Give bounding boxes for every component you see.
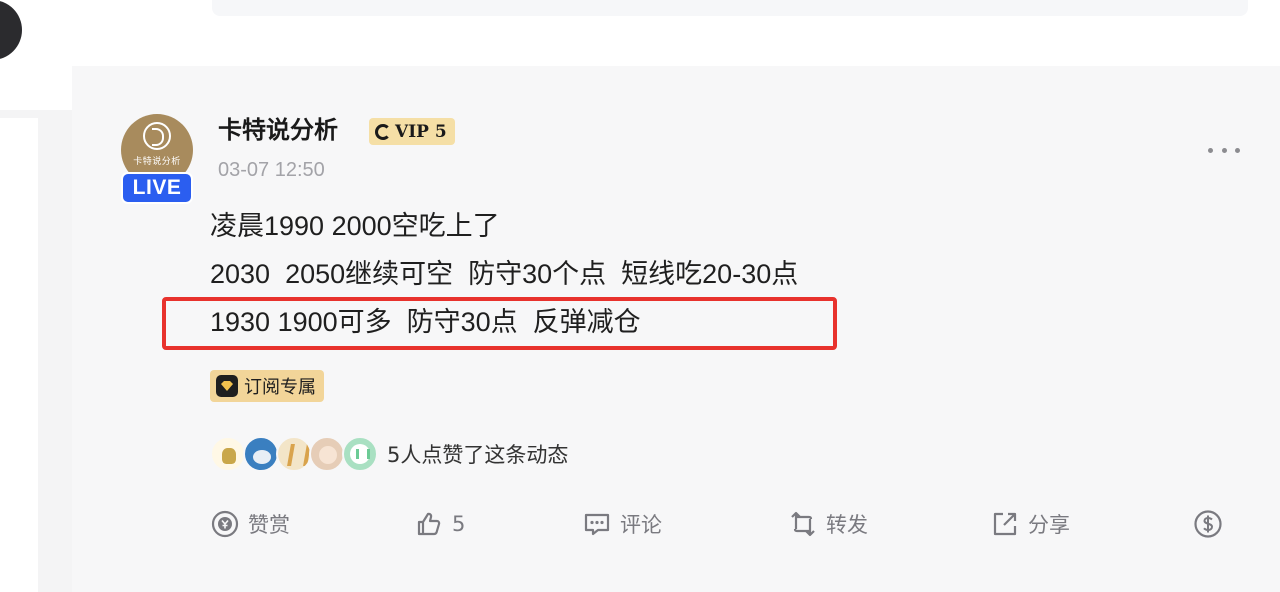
share-label: 分享 xyxy=(1028,513,1070,537)
more-button[interactable] xyxy=(1204,140,1244,160)
reward-label: 赞赏 xyxy=(248,513,290,537)
post-content-line-2: 2030 2050继续可空 防守30个点 短线吃20-30点 xyxy=(210,259,799,289)
avatar-text: 卡特说分析 xyxy=(133,157,181,167)
repost-button[interactable]: 转发 xyxy=(788,508,868,540)
vip-label: VIP 5 xyxy=(395,121,447,142)
previous-post-footer xyxy=(212,0,1248,16)
reward-button[interactable]: 赞赏 xyxy=(210,508,290,540)
liker-avatar[interactable] xyxy=(342,436,378,472)
tip-button[interactable] xyxy=(1193,508,1223,540)
more-icon xyxy=(1235,147,1240,153)
subscription-tag-label: 订阅专属 xyxy=(244,377,316,398)
likers-row[interactable]: 5人点赞了这条动态 xyxy=(210,436,568,472)
likes-summary[interactable]: 5人点赞了这条动态 xyxy=(387,439,568,469)
post-content-line-1: 凌晨1990 2000空吃上了 xyxy=(210,211,500,241)
comment-icon xyxy=(584,513,610,536)
repost-icon xyxy=(791,511,815,537)
subscription-tag[interactable]: 订阅专属 xyxy=(210,370,324,402)
post-card: 卡特说分析 LIVE 卡特说分析 VIP 5 03-07 12:50 凌晨199… xyxy=(72,66,1280,592)
more-icon xyxy=(1208,147,1213,153)
vip-icon xyxy=(375,123,391,140)
like-button[interactable]: 5 xyxy=(414,508,465,540)
more-icon xyxy=(1221,147,1227,153)
previous-post-card xyxy=(72,0,1280,64)
yen-coin-icon xyxy=(211,510,239,538)
share-icon xyxy=(993,512,1017,536)
comment-label: 评论 xyxy=(620,513,662,537)
live-badge[interactable]: LIVE xyxy=(121,172,193,204)
liker-avatar[interactable] xyxy=(276,436,312,472)
diamond-icon xyxy=(216,375,238,397)
like-count: 5 xyxy=(452,512,466,536)
vip-badge: VIP 5 xyxy=(369,118,455,145)
share-button[interactable]: 分享 xyxy=(990,508,1070,540)
sidebar-card-edge xyxy=(0,118,38,592)
dollar-coin-icon xyxy=(1194,510,1222,538)
highlight-annotation-box xyxy=(162,297,837,350)
author-name[interactable]: 卡特说分析 xyxy=(218,114,338,146)
comment-button[interactable]: 评论 xyxy=(582,508,662,540)
repost-label: 转发 xyxy=(826,513,868,537)
avatar-logo xyxy=(143,122,171,150)
liker-avatar[interactable] xyxy=(243,436,279,472)
post-time: 03-07 12:50 xyxy=(218,159,325,181)
thumbs-up-icon xyxy=(417,512,441,536)
left-sidebar xyxy=(0,0,72,592)
liker-avatar[interactable] xyxy=(210,436,246,472)
liker-avatar[interactable] xyxy=(309,436,345,472)
